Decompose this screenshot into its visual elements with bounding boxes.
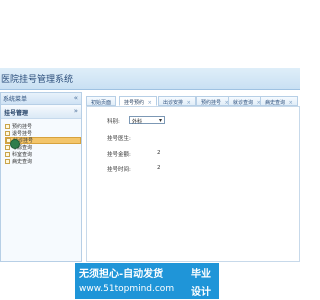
chevron-icon[interactable]: » (74, 107, 78, 115)
watermark-url: www.51topmind.com (79, 284, 175, 294)
tab-history-query[interactable]: 病史查询 × (260, 96, 298, 106)
sidebar-item-6[interactable]: 病史查询 (5, 158, 81, 165)
document-icon (5, 152, 10, 157)
app-title: 医院挂号管理系统 (1, 75, 74, 85)
tab-active[interactable]: 挂号预约 × (119, 96, 157, 106)
dept-select[interactable]: 外科 ▾ (129, 116, 165, 125)
app-header: 医院挂号管理系统 (0, 68, 300, 90)
document-icon (5, 159, 10, 164)
left-panel: 系统菜单 « 挂号管理 » 预约挂号 退号挂号 就诊挂号 号源查询 科室查询 病… (0, 92, 82, 262)
sidebar-item-2[interactable]: 退号挂号 (5, 130, 81, 137)
tab-initial[interactable]: 初始页面 (86, 96, 117, 106)
document-icon (5, 131, 10, 136)
group-header[interactable]: 挂号管理 » (1, 107, 81, 119)
left-panel-header: 系统菜单 « (1, 93, 81, 105)
mouse-cursor (10, 139, 20, 149)
sidebar-item-1[interactable]: 预约挂号 (5, 123, 81, 130)
document-icon (5, 145, 10, 150)
badge-line1: 毕业 (191, 269, 211, 280)
dept-label: 科别: (107, 119, 120, 125)
time-value: 2 (157, 165, 161, 171)
badge-line2: 设计 (191, 287, 211, 298)
screen: 医院挂号管理系统 系统菜单 « 挂号管理 » 预约挂号 退号挂号 就诊挂号 号源… (0, 0, 300, 300)
sidebar-item-label: 退号挂号 (12, 131, 33, 137)
fee-label: 挂号金额: (107, 152, 131, 158)
sidebar-item-label: 病史查询 (12, 159, 33, 165)
doctor-label: 挂号医生: (107, 136, 131, 142)
sidebar-item-label: 科室查询 (12, 152, 33, 158)
tab-schedule[interactable]: 出诊安排 × (158, 96, 196, 106)
left-panel-title: 系统菜单 (3, 96, 28, 103)
time-label: 挂号时间: (107, 167, 131, 173)
content-panel: 科别: 外科 ▾ 挂号医生: 挂号金额: 2 挂号时间: 2 (86, 106, 300, 262)
sidebar-item-5[interactable]: 科室查询 (5, 151, 81, 158)
group-label: 挂号管理 (4, 110, 29, 117)
fee-value: 2 (157, 150, 161, 156)
document-icon (5, 124, 10, 129)
watermark-line1: 无须担心-自动发货 (79, 269, 164, 280)
watermark-badge: 毕业 设计 (185, 263, 219, 299)
sidebar-item-label: 预约挂号 (12, 124, 33, 130)
chevron-down-icon: ▾ (158, 117, 162, 124)
dept-select-value: 外科 (132, 119, 143, 125)
collapse-icon[interactable]: « (74, 94, 78, 102)
